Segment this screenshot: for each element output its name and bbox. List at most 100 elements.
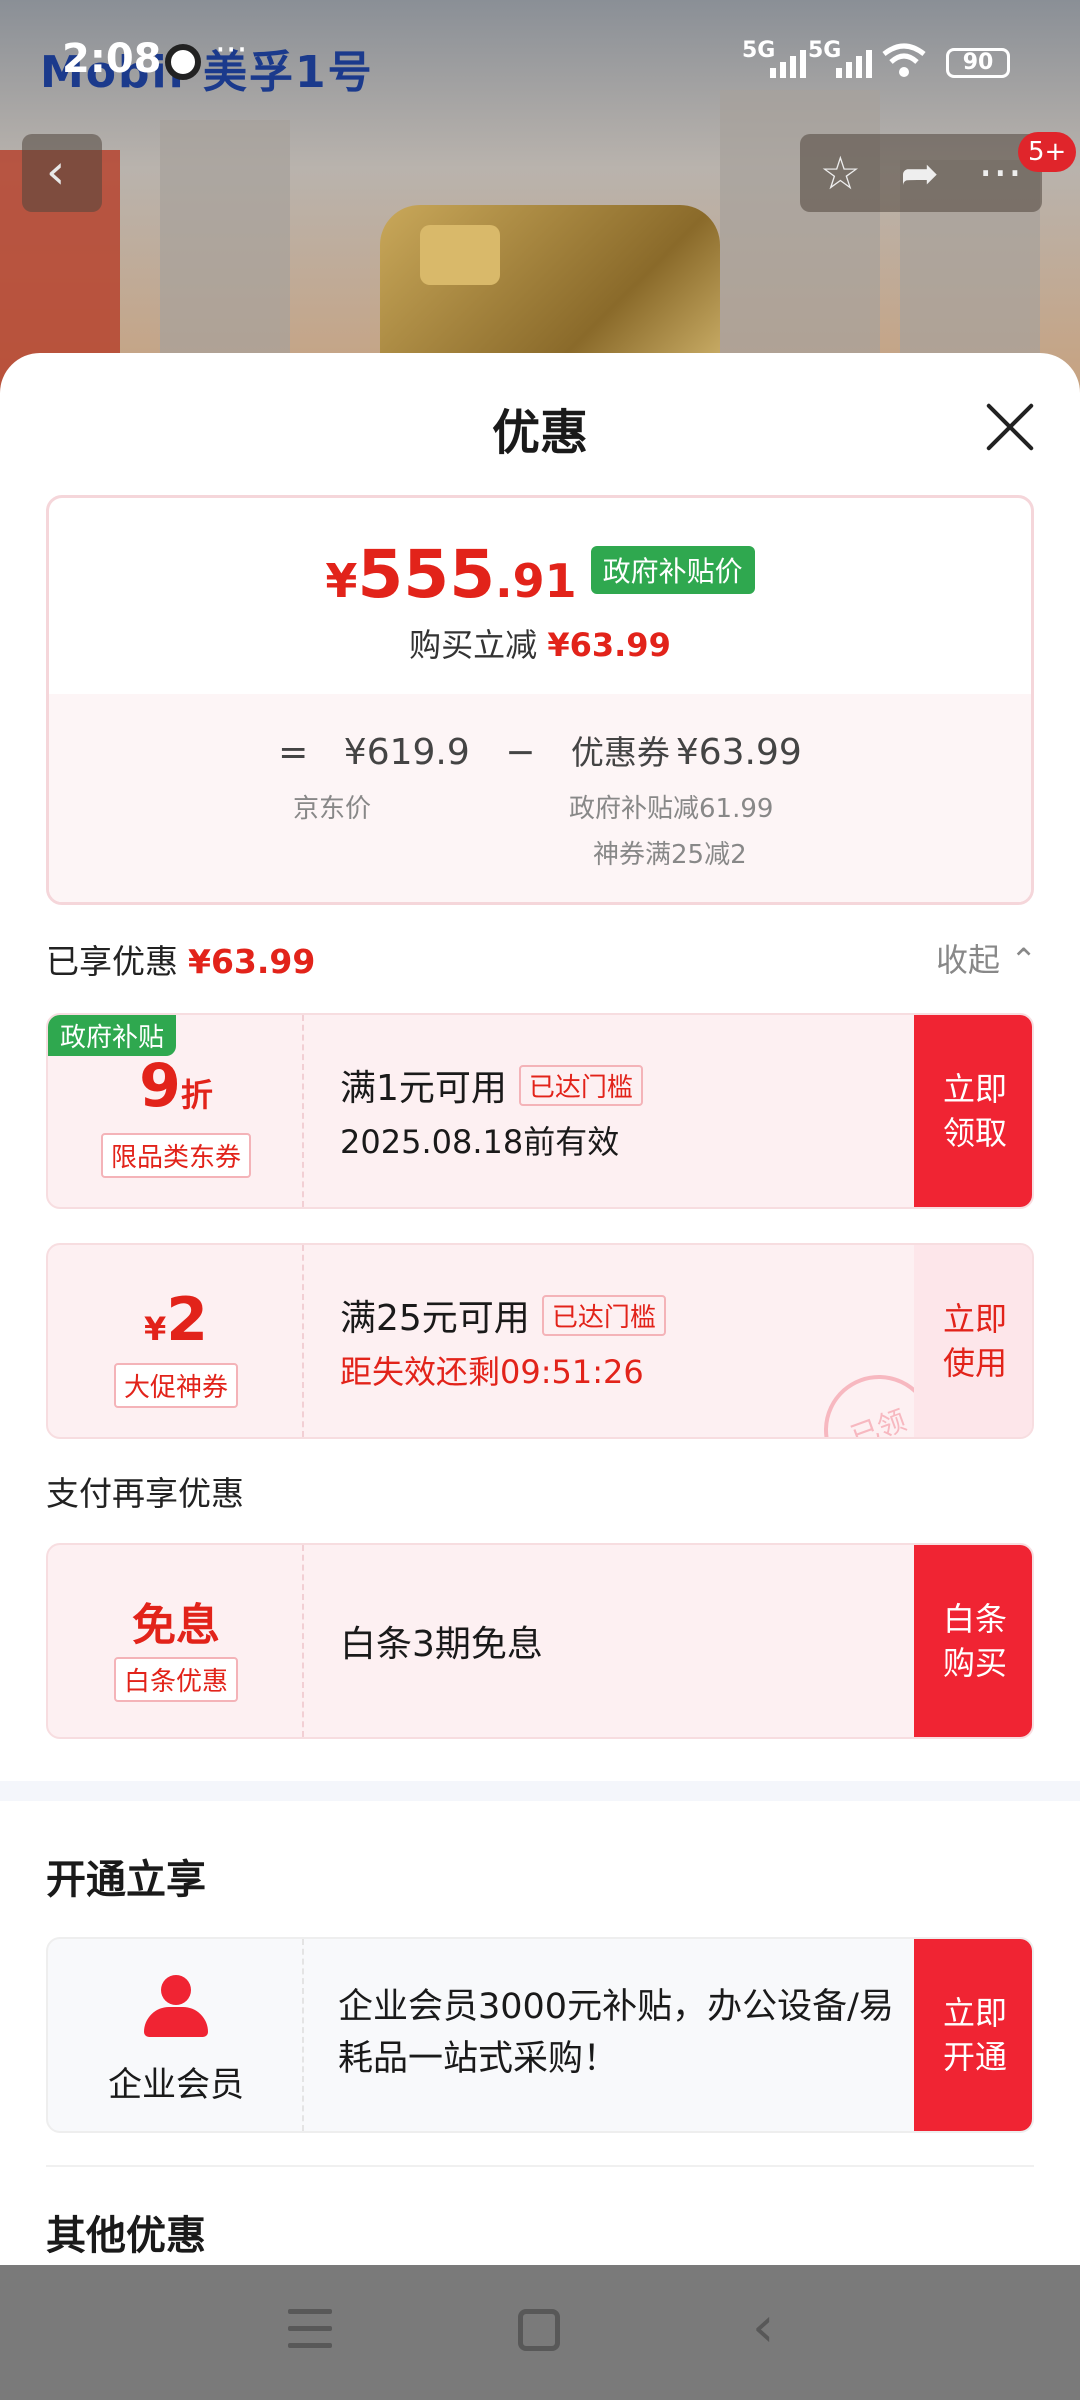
instant-reduction: 购买立减 ¥63.99 bbox=[49, 620, 1031, 666]
coupon-discount: 9折 bbox=[48, 1051, 304, 1121]
section-divider bbox=[0, 1781, 1080, 1801]
status-bar: 2:08 ··· 5G 5G 90 bbox=[0, 0, 1080, 124]
top-actions: ☆ ➦ ··· bbox=[800, 134, 1042, 212]
coupon-label: 优惠券 bbox=[570, 733, 670, 772]
coupon-expiry: 2025.08.18前有效 bbox=[340, 1123, 620, 1161]
action-line1: 立即 bbox=[942, 1300, 1007, 1338]
action-line1: 立即 bbox=[942, 1070, 1007, 1108]
baitiao-type-label: 白条优惠 bbox=[113, 1657, 238, 1702]
baitiao-card: 免息 白条优惠 白条3期免息 白条购买 bbox=[46, 1543, 1034, 1739]
action-line2: 领取 bbox=[942, 1114, 1007, 1152]
favorite-star-icon[interactable]: ☆ bbox=[820, 146, 861, 200]
condition-text: 满1元可用 bbox=[340, 1068, 507, 1109]
signal-icon bbox=[836, 46, 872, 78]
pay-section-title: 支付再享优惠 bbox=[46, 1474, 244, 1513]
chevron-up-icon: ⌃ bbox=[1010, 941, 1037, 979]
open-section-title: 开通立享 bbox=[46, 1857, 206, 1903]
baitiao-desc: 白条3期免息 bbox=[340, 1624, 543, 1665]
baitiao-type: 白条优惠 bbox=[48, 1657, 304, 1702]
more-icon[interactable]: ··· bbox=[978, 146, 1022, 200]
currency-symbol: ¥ bbox=[325, 554, 358, 608]
discount-sheet: 优惠 ¥ 555 .91 政府补贴价 购买立减 ¥63.99 = ¥619.9 … bbox=[0, 353, 1080, 2265]
coupon-value: ¥63.99 bbox=[675, 732, 802, 773]
minus-sign: − bbox=[505, 732, 536, 773]
use-coupon-button[interactable]: 立即 使用 bbox=[914, 1245, 1032, 1437]
signal-icon bbox=[770, 46, 806, 78]
enjoyed-value: ¥63.99 bbox=[188, 942, 316, 981]
baitiao-value-area: 免息 白条优惠 bbox=[48, 1545, 304, 1737]
coupon-value-area: ¥2 大促神券 bbox=[48, 1245, 304, 1437]
price-summary-card: ¥ 555 .91 政府补贴价 购买立减 ¥63.99 = ¥619.9 − 优… bbox=[46, 495, 1034, 905]
member-desc: 企业会员3000元补贴，办公设备/易耗品一站式采购！ bbox=[338, 1987, 894, 2079]
gov-subsidy-tag: 政府补贴 bbox=[48, 1015, 177, 1056]
coupon-type-label: 限品类东券 bbox=[100, 1133, 251, 1178]
wifi-icon bbox=[882, 43, 926, 77]
discount-value: 9 bbox=[139, 1051, 181, 1121]
battery-icon: 90 bbox=[946, 48, 1010, 78]
price-decimal: .91 bbox=[495, 554, 577, 608]
share-icon[interactable]: ➦ bbox=[900, 146, 939, 200]
coupon-value-area: 政府补贴 9折 限品类东券 bbox=[48, 1015, 304, 1207]
price-formula: = ¥619.9 − 优惠券 ¥63.99 bbox=[49, 726, 1031, 774]
coupon-info: 满1元可用 已达门槛 2025.08.18前有效 bbox=[304, 1015, 914, 1207]
back-button[interactable]: ‹ bbox=[22, 134, 102, 212]
action-line1: 白条 bbox=[942, 1600, 1007, 1638]
separator bbox=[46, 2165, 1034, 2167]
enterprise-member-card: 企业会员 企业会员3000元补贴，办公设备/易耗品一站式采购！ 立即开通 bbox=[46, 1937, 1034, 2133]
system-nav-bar: ‹ bbox=[0, 2265, 1080, 2400]
chevron-left-icon: ‹ bbox=[46, 144, 66, 200]
interest-free-label: 免息 bbox=[132, 1600, 220, 1651]
coupon-countdown: 距失效还剩09:51:26 bbox=[340, 1353, 644, 1391]
clock-icon bbox=[165, 44, 201, 80]
close-icon[interactable] bbox=[982, 399, 1038, 455]
coupon-type: 大促神券 bbox=[48, 1363, 304, 1408]
condition-text: 满25元可用 bbox=[340, 1298, 530, 1339]
coupon-card-promo: ¥2 大促神券 满25元可用 已达门槛 距失效还剩09:51:26 已领 立即使用 bbox=[46, 1243, 1034, 1439]
reduce-value: ¥63.99 bbox=[547, 626, 671, 664]
action-line2: 开通 bbox=[942, 2038, 1007, 2076]
recent-apps-button[interactable] bbox=[288, 2309, 332, 2349]
system-back-button[interactable]: ‹ bbox=[752, 2295, 774, 2360]
coupon-info: 满25元可用 已达门槛 距失效还剩09:51:26 已领 bbox=[304, 1245, 950, 1437]
coupon-total: 优惠券 ¥63.99 bbox=[571, 732, 802, 773]
collapse-button[interactable]: 收起 ⌃ bbox=[936, 935, 1037, 981]
coupon-card-gov: 政府补贴 9折 限品类东券 满1元可用 已达门槛 2025.08.18前有效 立即… bbox=[46, 1013, 1034, 1209]
coupon-condition: 满1元可用 已达门槛 bbox=[340, 1059, 643, 1111]
baitiao-buy-button[interactable]: 白条 购买 bbox=[914, 1545, 1032, 1737]
collapse-label: 收起 bbox=[936, 941, 1001, 979]
action-line2: 购买 bbox=[942, 1644, 1007, 1682]
person-icon bbox=[144, 1975, 208, 2037]
threshold-reached-tag: 已达门槛 bbox=[518, 1065, 643, 1106]
enjoyed-discount-label: 已享优惠 ¥63.99 bbox=[46, 935, 315, 983]
message-badge: 5+ bbox=[1018, 132, 1077, 172]
coupon-detail: 神券满25减2 bbox=[593, 840, 747, 870]
jd-price: ¥619.9 bbox=[343, 732, 470, 773]
claim-coupon-button[interactable]: 立即 领取 bbox=[914, 1015, 1032, 1207]
action-line2: 使用 bbox=[942, 1344, 1007, 1382]
product-bottle-cap bbox=[420, 225, 500, 285]
equals-sign: = bbox=[278, 732, 309, 773]
coupon-type: 限品类东券 bbox=[48, 1133, 304, 1178]
gov-subsidy-detail: 政府补贴减61.99 bbox=[569, 794, 774, 824]
coupon-amount: ¥2 bbox=[48, 1285, 304, 1355]
currency-symbol: ¥ bbox=[143, 1310, 167, 1348]
gov-subsidy-price-tag: 政府补贴价 bbox=[590, 546, 755, 594]
coupon-type-label: 大促神券 bbox=[113, 1363, 238, 1408]
open-member-button[interactable]: 立即 开通 bbox=[914, 1939, 1032, 2131]
baitiao-info: 白条3期免息 bbox=[304, 1545, 914, 1737]
member-label: 企业会员 bbox=[108, 2065, 244, 2105]
threshold-reached-tag: 已达门槛 bbox=[541, 1295, 666, 1336]
final-price: ¥ 555 .91 政府补贴价 bbox=[49, 536, 1031, 613]
enjoyed-label: 已享优惠 bbox=[46, 942, 178, 981]
more-notifications-icon: ··· bbox=[215, 30, 248, 70]
home-button[interactable] bbox=[518, 2309, 560, 2351]
price-integer: 555 bbox=[357, 536, 496, 613]
action-line1: 立即 bbox=[942, 1994, 1007, 2032]
coupon-condition: 满25元可用 已达门槛 bbox=[340, 1289, 666, 1341]
jd-price-label: 京东价 bbox=[293, 794, 372, 824]
other-discounts-title: 其他优惠 bbox=[46, 2213, 206, 2259]
reduce-label: 购买立减 bbox=[409, 626, 538, 664]
member-icon-area: 企业会员 bbox=[48, 1939, 304, 2131]
discount-unit: 折 bbox=[180, 1076, 213, 1114]
status-time: 2:08 bbox=[62, 36, 162, 82]
